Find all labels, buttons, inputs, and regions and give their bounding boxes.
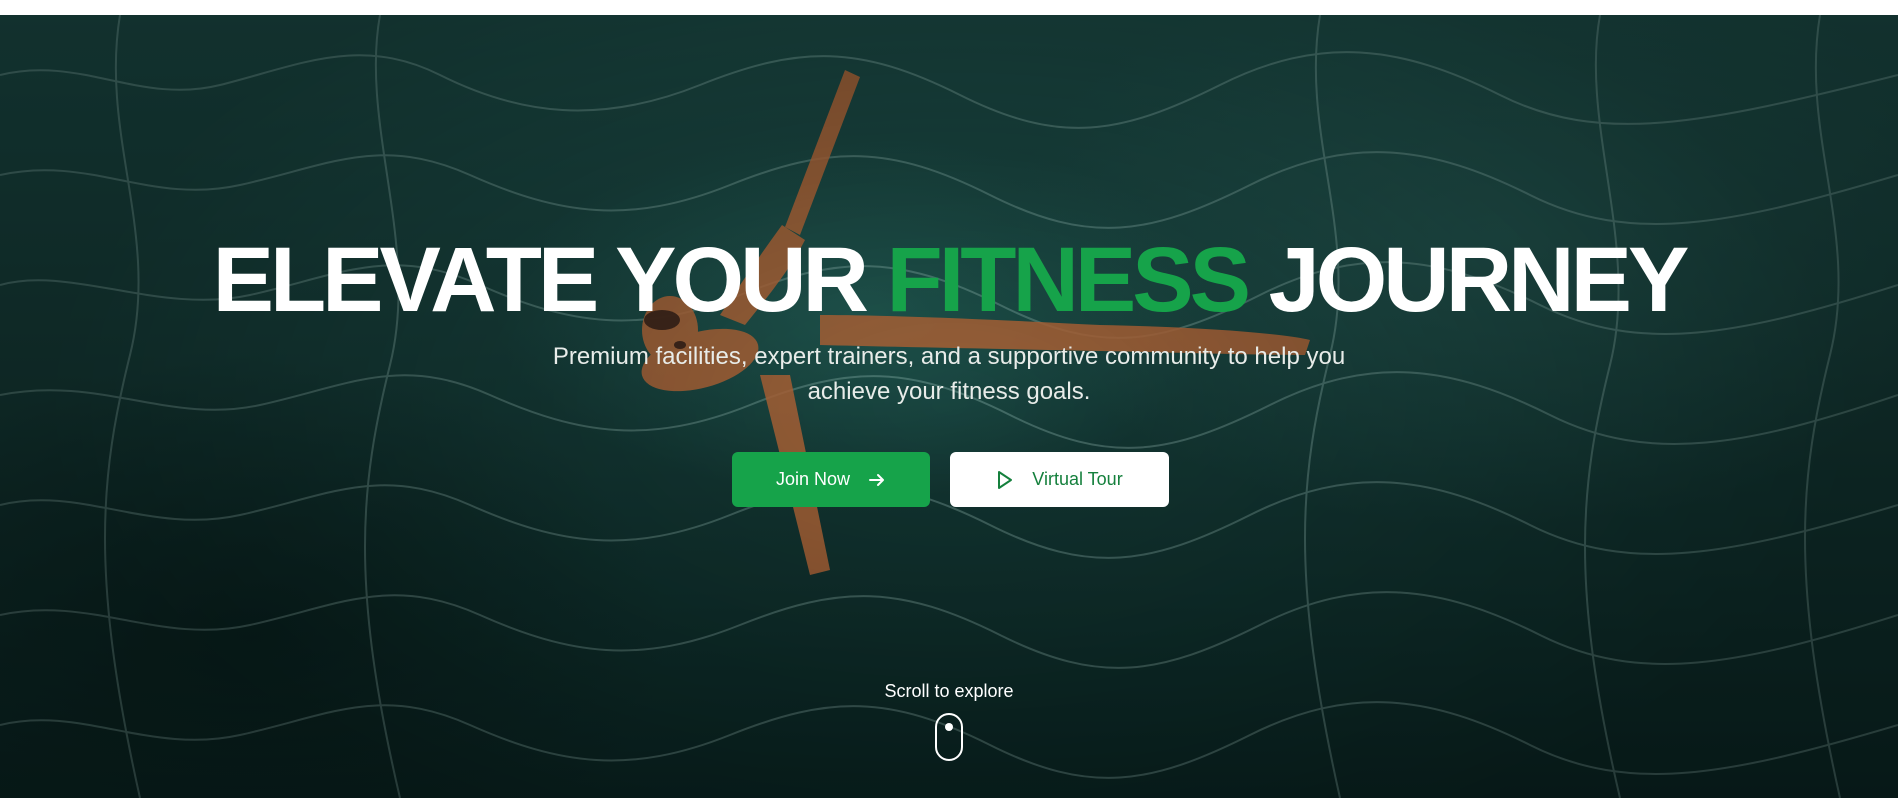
virtual-tour-button[interactable]: Virtual Tour — [950, 452, 1169, 507]
play-icon — [996, 470, 1014, 490]
hero-section: ELEVATE YOUR FITNESS JOURNEY Premium fac… — [0, 15, 1898, 798]
mouse-scroll-icon[interactable] — [935, 713, 963, 761]
arrow-right-icon — [868, 471, 886, 489]
scroll-hint-text: Scroll to explore — [884, 681, 1014, 701]
headline-text-start: ELEVATE YOUR — [212, 229, 887, 331]
join-now-button[interactable]: Join Now — [732, 452, 930, 507]
page: ELEVATE YOUR FITNESS JOURNEY Premium fac… — [0, 0, 1898, 798]
join-now-label: Join Now — [775, 469, 851, 489]
mouse-wheel-dot — [945, 723, 953, 731]
headline-text-end: JOURNEY — [1247, 229, 1690, 331]
hero-headline: ELEVATE YOUR FITNESS JOURNEY — [0, 230, 1898, 330]
hero-content: ELEVATE YOUR FITNESS JOURNEY Premium fac… — [0, 15, 1898, 798]
headline-accent-word: FITNESS — [886, 229, 1251, 331]
hero-subtitle: Premium facilities, expert trainers, and… — [552, 343, 1346, 405]
cta-button-group: Join Now Virtual Tour — [0, 452, 1898, 508]
virtual-tour-label: Virtual Tour — [1032, 469, 1123, 489]
